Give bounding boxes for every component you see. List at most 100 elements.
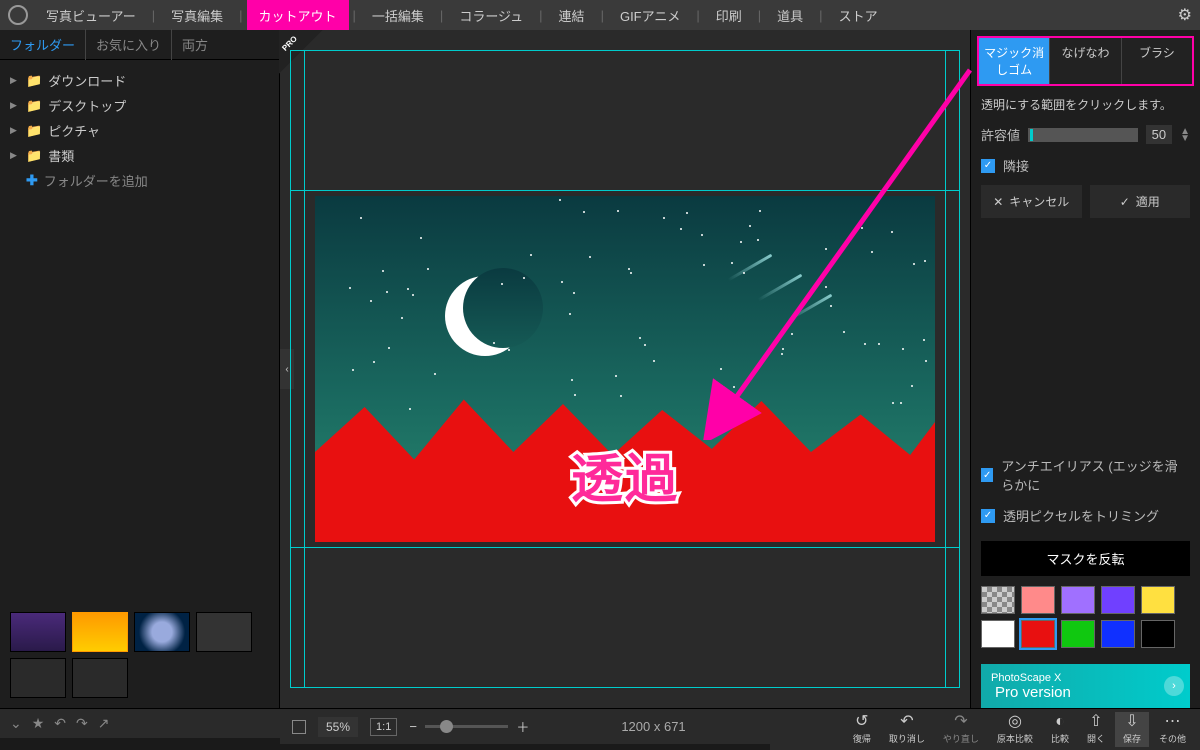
zoom-ratio[interactable]: 1:1 [370, 718, 397, 736]
disclosure-triangle-icon[interactable]: ▶ [10, 150, 20, 161]
tolerance-stepper[interactable]: ▲▼ [1180, 128, 1190, 142]
thumbnail[interactable] [72, 612, 128, 652]
left-tab-folders[interactable]: フォルダー [0, 29, 85, 60]
thumbnail[interactable] [10, 658, 66, 698]
add-folder-label: フォルダーを追加 [44, 171, 148, 190]
tab-viewer[interactable]: 写真ビューアー [36, 2, 146, 29]
swatch-transparent[interactable] [981, 586, 1015, 614]
swatch-red[interactable] [1021, 620, 1055, 648]
close-icon: ✕ [993, 195, 1003, 209]
swatch-black[interactable] [1141, 620, 1175, 648]
apply-button[interactable]: ✓適用 [1090, 185, 1191, 218]
swatch-yellow[interactable] [1141, 586, 1175, 614]
folder-tree: ▶📁ダウンロード ▶📁デスクトップ ▶📁ピクチャ ▶📁書類 ✚フォルダーを追加 [0, 60, 279, 201]
bottom-right-bar: ↺復帰 ↶取り消し ↷やり直し ◎原本比較 ◐比較 ⇧開く ⇩保存 ⋯その他 [770, 708, 1200, 750]
chevron-right-icon[interactable]: › [1164, 676, 1184, 696]
swatch-purple[interactable] [1061, 586, 1095, 614]
tool-tab-magic-eraser[interactable]: マジック消しゴム [979, 38, 1049, 84]
undo-button[interactable]: ↶取り消し [881, 712, 933, 747]
compare-button[interactable]: ◐比較 [1043, 712, 1077, 747]
folder-label: ダウンロード [48, 71, 126, 90]
chevron-down-icon[interactable]: ⌄ [10, 715, 22, 732]
left-tab-favorites[interactable]: お気に入り [85, 29, 171, 60]
add-folder-button[interactable]: ✚フォルダーを追加 [6, 168, 273, 193]
left-tab-both[interactable]: 両方 [171, 29, 218, 60]
tool-tab-lasso[interactable]: なげなわ [1049, 38, 1120, 84]
tab-edit[interactable]: 写真編集 [161, 2, 233, 29]
tolerance-slider[interactable] [1028, 128, 1138, 142]
pro-banner-big: Pro version [995, 684, 1071, 701]
zoom-out-icon[interactable]: − [409, 719, 417, 734]
tab-gif[interactable]: GIFアニメ [610, 2, 690, 29]
more-icon: ⋯ [1164, 714, 1180, 730]
disclosure-triangle-icon[interactable]: ▶ [10, 125, 20, 136]
pro-banner-small: PhotoScape X [991, 672, 1071, 684]
disclosure-triangle-icon[interactable]: ▶ [10, 75, 20, 86]
collapse-left-button[interactable]: ‹ [280, 349, 294, 389]
folder-icon: 📁 [26, 73, 42, 89]
tab-combine[interactable]: 連結 [549, 2, 595, 29]
redo-button[interactable]: ↷やり直し [935, 712, 987, 747]
tolerance-value[interactable]: 50 [1146, 125, 1172, 144]
swatch-green[interactable] [1061, 620, 1095, 648]
tab-tools[interactable]: 道具 [767, 2, 813, 29]
folder-downloads[interactable]: ▶ 📁 ダウンロード [6, 68, 273, 93]
thumbnail[interactable] [72, 658, 128, 698]
tab-collage[interactable]: コラージュ [449, 2, 533, 29]
checkbox-checked-icon[interactable]: ✓ [981, 509, 995, 523]
rotate-left-icon[interactable]: ↶ [54, 715, 66, 732]
tab-store[interactable]: ストア [829, 2, 888, 29]
tolerance-label: 許容値 [981, 125, 1020, 144]
thumbnail[interactable] [134, 612, 190, 652]
compare-original-button[interactable]: ◎原本比較 [989, 712, 1041, 747]
revert-button[interactable]: ↺復帰 [845, 712, 879, 747]
main-tab-bar: 写真ビューアー| 写真編集| カットアウト| 一括編集| コラージュ| 連結| … [0, 0, 1200, 30]
thumbnail[interactable] [10, 612, 66, 652]
undo-icon: ↶ [900, 714, 913, 730]
save-button[interactable]: ⇩保存 [1115, 712, 1149, 747]
tool-tab-brush[interactable]: ブラシ [1121, 38, 1192, 84]
tab-batch[interactable]: 一括編集 [362, 2, 434, 29]
rotate-right-icon[interactable]: ↷ [76, 715, 88, 732]
folder-pictures[interactable]: ▶📁ピクチャ [6, 118, 273, 143]
image-canvas[interactable]: 透過 [315, 196, 935, 542]
moon-graphic [445, 276, 525, 356]
antialias-check-row[interactable]: ✓ アンチエイリアス (エッジを滑らかに [971, 454, 1200, 504]
canvas-viewport[interactable]: ‹ 透過 [280, 30, 970, 708]
tab-print[interactable]: 印刷 [706, 2, 752, 29]
disclosure-triangle-icon[interactable]: ▶ [10, 100, 20, 111]
folder-icon: 📁 [26, 148, 42, 164]
contiguous-check-row[interactable]: ✓ 隣接 [971, 154, 1200, 185]
color-swatches [971, 582, 1200, 658]
swatch-blue[interactable] [1101, 620, 1135, 648]
tolerance-control: 許容値 50 ▲▼ [971, 125, 1200, 154]
open-button[interactable]: ⇧開く [1079, 712, 1113, 747]
star-icon[interactable]: ★ [32, 715, 45, 732]
tool-tab-bar: マジック消しゴム なげなわ ブラシ [977, 36, 1194, 86]
zoom-percent[interactable]: 55% [318, 717, 358, 737]
swatch-pink[interactable] [1021, 586, 1055, 614]
share-icon[interactable]: ↗ [98, 715, 110, 732]
settings-gear-icon[interactable]: ⚙ [1178, 5, 1192, 25]
swatch-white[interactable] [981, 620, 1015, 648]
canvas-mode-icon[interactable] [292, 720, 306, 734]
zoom-slider[interactable]: − ＋ [409, 717, 529, 736]
more-button[interactable]: ⋯その他 [1151, 712, 1194, 747]
tab-cutout[interactable]: カットアウト [249, 2, 347, 29]
meteor-graphic [728, 254, 773, 282]
checkbox-checked-icon[interactable]: ✓ [981, 159, 995, 173]
trim-check-row[interactable]: ✓ 透明ピクセルをトリミング [971, 504, 1200, 535]
checkbox-checked-icon[interactable]: ✓ [981, 468, 993, 482]
antialias-label: アンチエイリアス (エッジを滑らかに [1001, 456, 1190, 494]
swatch-violet[interactable] [1101, 586, 1135, 614]
cancel-button[interactable]: ✕キャンセル [981, 185, 1082, 218]
zoom-in-icon[interactable]: ＋ [516, 717, 529, 736]
folder-desktop[interactable]: ▶📁デスクトップ [6, 93, 273, 118]
pro-banner[interactable]: PhotoScape X Pro version › [981, 664, 1190, 708]
redo-icon: ↷ [954, 714, 967, 730]
thumbnail[interactable] [196, 612, 252, 652]
target-icon: ◎ [1008, 714, 1022, 730]
invert-mask-button[interactable]: マスクを反転 [981, 541, 1190, 576]
left-tab-bar: フォルダー お気に入り 両方 [0, 30, 279, 60]
folder-documents[interactable]: ▶📁書類 [6, 143, 273, 168]
